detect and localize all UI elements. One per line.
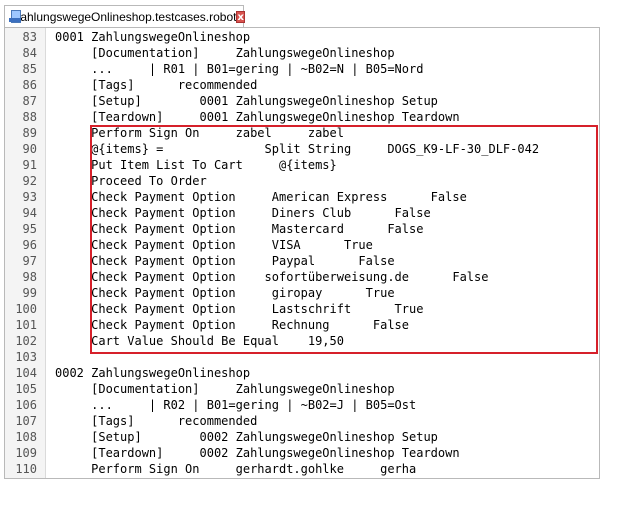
code-line[interactable]: 87 [Setup] 0001 ZahlungswegeOnlineshop S…: [5, 93, 599, 109]
code-line[interactable]: 91 Put Item List To Cart @{items}: [5, 157, 599, 173]
line-number: 86: [22, 78, 37, 92]
line-text[interactable]: Check Payment Option giropay True: [55, 285, 394, 301]
line-text[interactable]: Perform Sign On gerhardt.gohlke gerha: [55, 461, 416, 477]
code-line[interactable]: 103: [5, 349, 599, 365]
line-number: 95: [22, 222, 37, 236]
code-line[interactable]: 96 Check Payment Option VISA True: [5, 237, 599, 253]
line-number: 94: [22, 206, 37, 220]
line-number: 97: [22, 254, 37, 268]
line-text[interactable]: [Documentation] ZahlungswegeOnlineshop: [55, 381, 394, 397]
file-tab[interactable]: ZahlungswegeOnlineshop.testcases.robot x: [4, 5, 245, 27]
line-number: 104: [15, 366, 37, 380]
line-number: 90: [22, 142, 37, 156]
bottom-strip: [0, 479, 621, 507]
line-number: 84: [22, 46, 37, 60]
tab-bar: ZahlungswegeOnlineshop.testcases.robot x: [0, 0, 621, 28]
line-text[interactable]: [Setup] 0002 ZahlungswegeOnlineshop Setu…: [55, 429, 438, 445]
line-number: 107: [15, 414, 37, 428]
line-number: 98: [22, 270, 37, 284]
code-line[interactable]: 101 Check Payment Option Rechnung False: [5, 317, 599, 333]
line-text[interactable]: [Documentation] ZahlungswegeOnlineshop: [55, 45, 394, 61]
line-number: 106: [15, 398, 37, 412]
line-number: 88: [22, 110, 37, 124]
line-text[interactable]: 0002 ZahlungswegeOnlineshop: [55, 365, 250, 381]
line-text[interactable]: 0001 ZahlungswegeOnlineshop: [55, 29, 250, 45]
line-text[interactable]: Put Item List To Cart @{items}: [55, 157, 337, 173]
line-number: 92: [22, 174, 37, 188]
line-text[interactable]: [Tags] recommended: [55, 413, 257, 429]
code-line[interactable]: 105 [Documentation] ZahlungswegeOnlinesh…: [5, 381, 599, 397]
line-text[interactable]: [Setup] 0001 ZahlungswegeOnlineshop Setu…: [55, 93, 438, 109]
line-text[interactable]: Proceed To Order: [55, 173, 207, 189]
line-text[interactable]: ... | R01 | B01=gering | ~B02=N | B05=No…: [55, 61, 423, 77]
line-number: 99: [22, 286, 37, 300]
line-number: 83: [22, 30, 37, 44]
line-number: 87: [22, 94, 37, 108]
line-text[interactable]: [Teardown] 0002 ZahlungswegeOnlineshop T…: [55, 445, 459, 461]
line-number: 103: [15, 350, 37, 364]
code-line[interactable]: 107 [Tags] recommended: [5, 413, 599, 429]
code-line[interactable]: 106 ... | R02 | B01=gering | ~B02=J | B0…: [5, 397, 599, 413]
code-line[interactable]: 108 [Setup] 0002 ZahlungswegeOnlineshop …: [5, 429, 599, 445]
line-number: 102: [15, 334, 37, 348]
code-line[interactable]: 92 Proceed To Order: [5, 173, 599, 189]
line-number: 100: [15, 302, 37, 316]
code-line[interactable]: 98 Check Payment Option sofortüberweisun…: [5, 269, 599, 285]
code-line[interactable]: 109 [Teardown] 0002 ZahlungswegeOnlinesh…: [5, 445, 599, 461]
line-text[interactable]: Check Payment Option Rechnung False: [55, 317, 409, 333]
line-text[interactable]: Check Payment Option Paypal False: [55, 253, 394, 269]
line-text[interactable]: Check Payment Option Mastercard False: [55, 221, 423, 237]
line-number: 101: [15, 318, 37, 332]
code-line[interactable]: 102 Cart Value Should Be Equal 19,50: [5, 333, 599, 349]
line-number: 108: [15, 430, 37, 444]
code-line[interactable]: 86 [Tags] recommended: [5, 77, 599, 93]
line-number: 85: [22, 62, 37, 76]
code-line[interactable]: 104 0002 ZahlungswegeOnlineshop: [5, 365, 599, 381]
line-text[interactable]: Cart Value Should Be Equal 19,50: [55, 333, 344, 349]
code-line[interactable]: 93 Check Payment Option American Express…: [5, 189, 599, 205]
code-editor[interactable]: 83 0001 ZahlungswegeOnlineshop 84 [Documen…: [4, 27, 600, 479]
line-text[interactable]: Check Payment Option sofortüberweisung.d…: [55, 269, 488, 285]
line-text[interactable]: Check Payment Option Lastschrift True: [55, 301, 423, 317]
code-line[interactable]: 110 Perform Sign On gerhardt.gohlke gerh…: [5, 461, 599, 477]
code-line[interactable]: 90 @{items} = Split String DOGS_K9-LF-30…: [5, 141, 599, 157]
code-line[interactable]: 83 0001 ZahlungswegeOnlineshop: [5, 29, 599, 45]
line-number: 91: [22, 158, 37, 172]
line-text[interactable]: ... | R02 | B01=gering | ~B02=J | B05=Os…: [55, 397, 416, 413]
line-number: 105: [15, 382, 37, 396]
line-text[interactable]: [Tags] recommended: [55, 77, 257, 93]
line-text[interactable]: Check Payment Option Diners Club False: [55, 205, 431, 221]
file-tab-title: ZahlungswegeOnlineshop.testcases.robot: [13, 9, 237, 24]
code-line[interactable]: 94 Check Payment Option Diners Club Fals…: [5, 205, 599, 221]
close-tab-icon[interactable]: x: [236, 10, 245, 23]
code-line[interactable]: 99 Check Payment Option giropay True: [5, 285, 599, 301]
code-line[interactable]: 84 [Documentation] ZahlungswegeOnlinesho…: [5, 45, 599, 61]
code-line[interactable]: 88 [Teardown] 0001 ZahlungswegeOnlinesho…: [5, 109, 599, 125]
code-line[interactable]: 85 ... | R01 | B01=gering | ~B02=N | B05…: [5, 61, 599, 77]
line-text[interactable]: Perform Sign On zabel zabel: [55, 125, 344, 141]
line-number: 109: [15, 446, 37, 460]
line-number: 96: [22, 238, 37, 252]
line-text[interactable]: Check Payment Option VISA True: [55, 237, 373, 253]
line-number: 93: [22, 190, 37, 204]
code-line[interactable]: 97 Check Payment Option Paypal False: [5, 253, 599, 269]
code-line[interactable]: 95 Check Payment Option Mastercard False: [5, 221, 599, 237]
code-line[interactable]: 89 Perform Sign On zabel zabel: [5, 125, 599, 141]
line-text[interactable]: [Teardown] 0001 ZahlungswegeOnlineshop T…: [55, 109, 459, 125]
line-number: 110: [15, 462, 37, 476]
line-number: 89: [22, 126, 37, 140]
code-line[interactable]: 100 Check Payment Option Lastschrift Tru…: [5, 301, 599, 317]
line-text[interactable]: Check Payment Option American Express Fa…: [55, 189, 467, 205]
line-text[interactable]: @{items} = Split String DOGS_K9-LF-30_DL…: [55, 141, 539, 157]
